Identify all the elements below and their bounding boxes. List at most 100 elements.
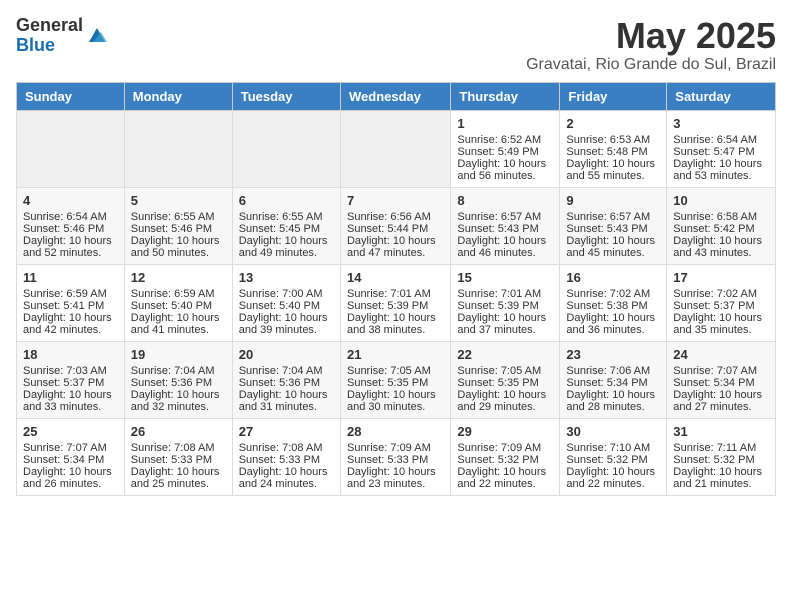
day-info-line: Sunrise: 7:05 AM <box>457 365 553 377</box>
day-info-line: Daylight: 10 hours and 39 minutes. <box>239 312 334 336</box>
day-number: 3 <box>673 116 769 131</box>
day-info-line: Sunrise: 6:55 AM <box>239 211 334 223</box>
day-info-line: Daylight: 10 hours and 32 minutes. <box>131 389 226 413</box>
day-info-line: Daylight: 10 hours and 53 minutes. <box>673 158 769 182</box>
day-cell: 9Sunrise: 6:57 AMSunset: 5:43 PMDaylight… <box>560 187 667 264</box>
day-cell: 5Sunrise: 6:55 AMSunset: 5:46 PMDaylight… <box>124 187 232 264</box>
day-info-line: Daylight: 10 hours and 30 minutes. <box>347 389 444 413</box>
day-info-line: Daylight: 10 hours and 33 minutes. <box>23 389 118 413</box>
day-number: 8 <box>457 193 553 208</box>
day-info-line: Sunset: 5:34 PM <box>566 377 660 389</box>
logo-blue: Blue <box>16 36 83 56</box>
week-row-1: 1Sunrise: 6:52 AMSunset: 5:49 PMDaylight… <box>17 110 776 187</box>
day-cell: 3Sunrise: 6:54 AMSunset: 5:47 PMDaylight… <box>667 110 776 187</box>
day-info-line: Daylight: 10 hours and 25 minutes. <box>131 466 226 490</box>
day-cell: 15Sunrise: 7:01 AMSunset: 5:39 PMDayligh… <box>451 264 560 341</box>
day-cell: 14Sunrise: 7:01 AMSunset: 5:39 PMDayligh… <box>340 264 450 341</box>
day-info-line: Sunrise: 6:57 AM <box>566 211 660 223</box>
day-cell: 8Sunrise: 6:57 AMSunset: 5:43 PMDaylight… <box>451 187 560 264</box>
day-info-line: Daylight: 10 hours and 21 minutes. <box>673 466 769 490</box>
day-cell: 13 Sunrise: 7:00 AMSunset: 5:40 PMDayligh… <box>232 264 340 341</box>
week-row-4: 18Sunrise: 7:03 AMSunset: 5:37 PMDayligh… <box>17 341 776 418</box>
day-info-line: Sunrise: 7:10 AM <box>566 442 660 454</box>
day-cell: 28Sunrise: 7:09 AMSunset: 5:33 PMDayligh… <box>340 418 450 495</box>
day-info-line: Sunset: 5:44 PM <box>347 223 444 235</box>
day-info-line: Sunrise: 6:54 AM <box>673 134 769 146</box>
page-header: General Blue May 2025 Gravatai, Rio Gran… <box>16 16 776 74</box>
day-number: 1 <box>457 116 553 131</box>
day-info-line: Daylight: 10 hours and 22 minutes. <box>457 466 553 490</box>
day-info-line: Sunset: 5:43 PM <box>457 223 553 235</box>
day-info-line: Sunset: 5:32 PM <box>566 454 660 466</box>
day-info-line: Daylight: 10 hours and 49 minutes. <box>239 235 334 259</box>
day-info-line: Sunset: 5:45 PM <box>239 223 334 235</box>
day-number: 25 <box>23 424 118 439</box>
day-number: 6 <box>239 193 334 208</box>
day-info-line: Daylight: 10 hours and 35 minutes. <box>673 312 769 336</box>
day-number: 28 <box>347 424 444 439</box>
day-info-line: Daylight: 10 hours and 24 minutes. <box>239 466 334 490</box>
location: Gravatai, Rio Grande do Sul, Brazil <box>526 56 776 74</box>
logo-general: General <box>16 16 83 36</box>
day-info-line: Sunrise: 6:56 AM <box>347 211 444 223</box>
day-info-line: Sunrise: 7:01 AM <box>457 288 553 300</box>
day-number: 21 <box>347 347 444 362</box>
day-info-line: Sunrise: 7:08 AM <box>239 442 334 454</box>
day-number: 27 <box>239 424 334 439</box>
day-cell: 7Sunrise: 6:56 AMSunset: 5:44 PMDaylight… <box>340 187 450 264</box>
day-cell: 2Sunrise: 6:53 AMSunset: 5:48 PMDaylight… <box>560 110 667 187</box>
day-cell: 4Sunrise: 6:54 AMSunset: 5:46 PMDaylight… <box>17 187 125 264</box>
day-info-line: Sunrise: 7:07 AM <box>673 365 769 377</box>
day-info-line: Sunset: 5:42 PM <box>673 223 769 235</box>
day-info-line: Sunrise: 6:58 AM <box>673 211 769 223</box>
day-number: 4 <box>23 193 118 208</box>
day-cell: 16Sunrise: 7:02 AMSunset: 5:38 PMDayligh… <box>560 264 667 341</box>
day-info-line: Sunrise: 7:07 AM <box>23 442 118 454</box>
day-cell: 6 Sunrise: 6:55 AMSunset: 5:45 PMDaylight… <box>232 187 340 264</box>
day-info-line: Sunrise: 7:09 AM <box>347 442 444 454</box>
day-info-line: Sunset: 5:40 PM <box>239 300 334 312</box>
day-info-line: Daylight: 10 hours and 47 minutes. <box>347 235 444 259</box>
day-info-line: Sunset: 5:46 PM <box>23 223 118 235</box>
day-info-line: Daylight: 10 hours and 46 minutes. <box>457 235 553 259</box>
header-sunday: Sunday <box>17 82 125 110</box>
day-cell: 1Sunrise: 6:52 AMSunset: 5:49 PMDaylight… <box>451 110 560 187</box>
day-info-line: Sunset: 5:39 PM <box>347 300 444 312</box>
day-cell: 29Sunrise: 7:09 AMSunset: 5:32 PMDayligh… <box>451 418 560 495</box>
day-cell <box>17 110 125 187</box>
day-cell <box>340 110 450 187</box>
day-cell: 27 Sunrise: 7:08 AMSunset: 5:33 PMDayligh… <box>232 418 340 495</box>
week-row-3: 11Sunrise: 6:59 AMSunset: 5:41 PMDayligh… <box>17 264 776 341</box>
day-info-line: Sunset: 5:37 PM <box>673 300 769 312</box>
week-row-2: 4Sunrise: 6:54 AMSunset: 5:46 PMDaylight… <box>17 187 776 264</box>
day-info-line: Sunset: 5:34 PM <box>673 377 769 389</box>
day-info-line: Sunrise: 7:00 AM <box>239 288 334 300</box>
day-number: 12 <box>131 270 226 285</box>
day-info-line: Sunset: 5:33 PM <box>131 454 226 466</box>
week-row-5: 25Sunrise: 7:07 AMSunset: 5:34 PMDayligh… <box>17 418 776 495</box>
day-info-line: Daylight: 10 hours and 52 minutes. <box>23 235 118 259</box>
day-info-line: Sunset: 5:39 PM <box>457 300 553 312</box>
month-title: May 2025 <box>526 16 776 56</box>
day-info-line: Sunset: 5:32 PM <box>457 454 553 466</box>
day-info-line: Sunrise: 6:53 AM <box>566 134 660 146</box>
day-info-line: Sunrise: 7:04 AM <box>239 365 334 377</box>
day-number: 20 <box>239 347 334 362</box>
day-info-line: Sunrise: 7:01 AM <box>347 288 444 300</box>
day-info-line: Sunset: 5:34 PM <box>23 454 118 466</box>
day-info-line: Daylight: 10 hours and 37 minutes. <box>457 312 553 336</box>
day-info-line: Daylight: 10 hours and 50 minutes. <box>131 235 226 259</box>
day-cell: 17Sunrise: 7:02 AMSunset: 5:37 PMDayligh… <box>667 264 776 341</box>
day-number: 13 <box>239 270 334 285</box>
day-info-line: Sunset: 5:40 PM <box>131 300 226 312</box>
day-info-line: Daylight: 10 hours and 38 minutes. <box>347 312 444 336</box>
day-info-line: Daylight: 10 hours and 42 minutes. <box>23 312 118 336</box>
day-info-line: Sunrise: 7:06 AM <box>566 365 660 377</box>
day-number: 18 <box>23 347 118 362</box>
day-info-line: Sunset: 5:37 PM <box>23 377 118 389</box>
day-info-line: Daylight: 10 hours and 28 minutes. <box>566 389 660 413</box>
header-tuesday: Tuesday <box>232 82 340 110</box>
day-info-line: Daylight: 10 hours and 55 minutes. <box>566 158 660 182</box>
day-info-line: Daylight: 10 hours and 26 minutes. <box>23 466 118 490</box>
day-info-line: Sunset: 5:33 PM <box>239 454 334 466</box>
